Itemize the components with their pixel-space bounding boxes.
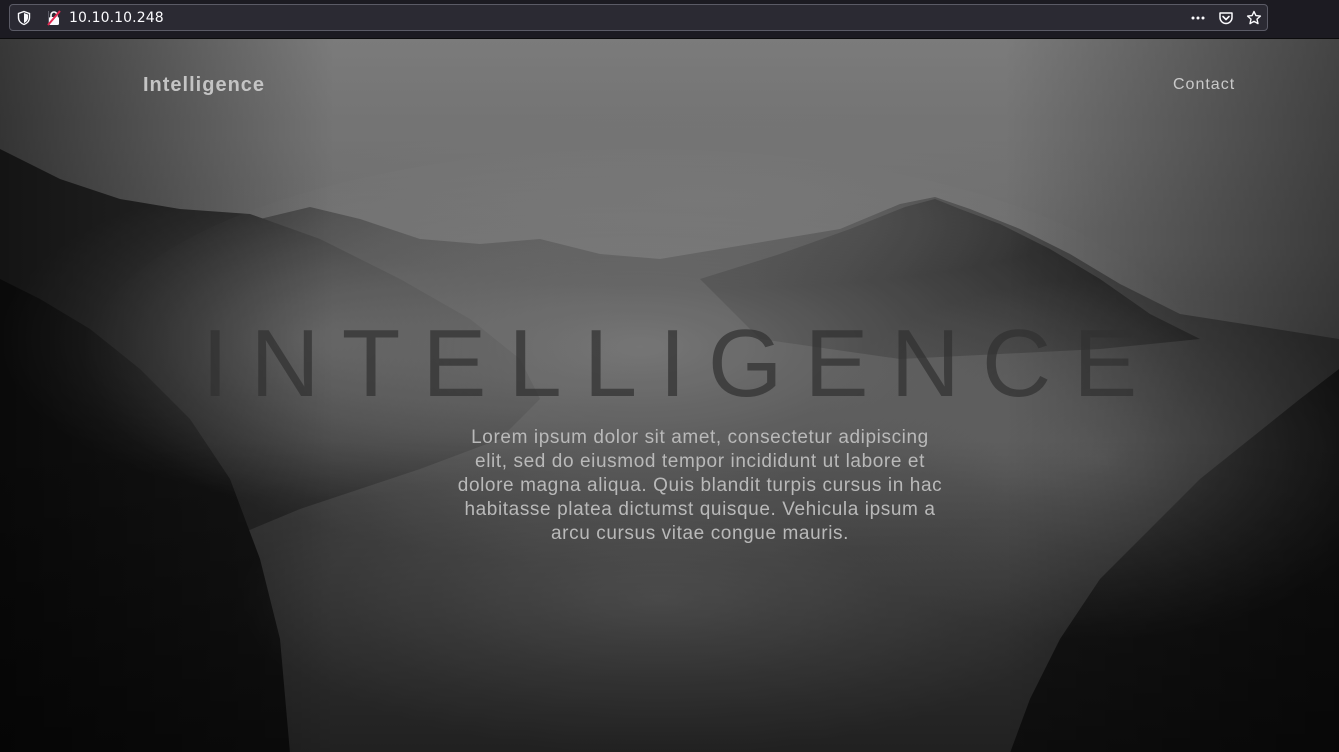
hero-title: INTELLIGENCE: [201, 310, 1160, 417]
url-text[interactable]: 10.10.10.248: [69, 10, 164, 26]
web-page: Intelligence Contact INTELLIGENCE Lorem …: [0, 38, 1339, 752]
insecure-lock-icon[interactable]: [46, 10, 62, 26]
bookmark-star-icon[interactable]: [1246, 10, 1262, 26]
url-bar[interactable]: 10.10.10.248: [9, 4, 1268, 31]
nav-contact-link[interactable]: Contact: [1173, 76, 1235, 94]
site-brand[interactable]: Intelligence: [143, 74, 265, 97]
pocket-icon[interactable]: [1218, 10, 1234, 26]
hero-description: Lorem ipsum dolor sit amet, consectetur …: [457, 427, 943, 544]
shield-icon[interactable]: [16, 10, 32, 26]
more-icon[interactable]: [1190, 10, 1206, 26]
browser-toolbar: 10.10.10.248: [0, 0, 1339, 38]
